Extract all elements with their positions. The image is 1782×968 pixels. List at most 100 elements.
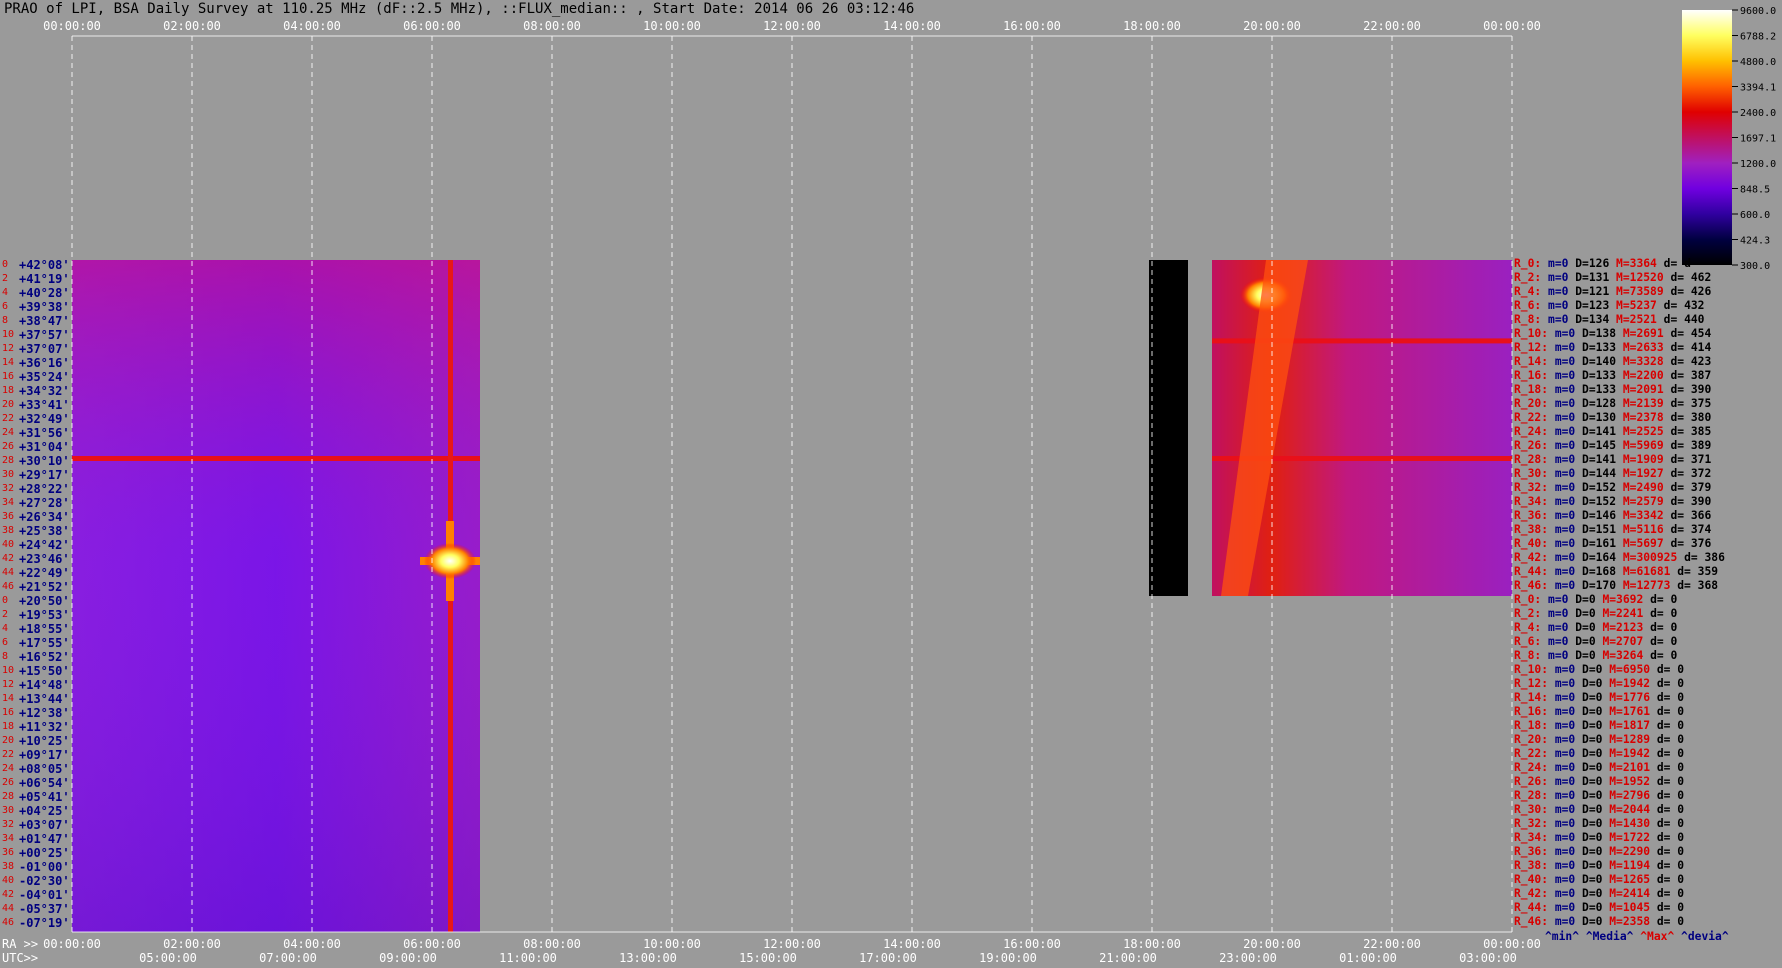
- beam-index-label: 34: [2, 497, 15, 508]
- stats-row: R_14: m=0 D=0 M=1776 d= 0: [1514, 691, 1685, 704]
- beam-index-label: 2: [2, 273, 9, 284]
- beam-index-label: 42: [2, 553, 15, 564]
- beam-index-label: 12: [2, 343, 15, 354]
- stats-legend-item: ^min^: [1545, 930, 1586, 943]
- beam-index-label: 40: [2, 539, 15, 550]
- beam-index-label: 42: [2, 889, 15, 900]
- beam-index-label: 30: [2, 805, 15, 816]
- beam-index-label: 34: [2, 833, 15, 844]
- declination-label: +36°16': [19, 356, 70, 370]
- top-tick-label: 08:00:00: [523, 19, 581, 33]
- beam-index-label: 14: [2, 357, 15, 368]
- beam-index-label: 20: [2, 399, 15, 410]
- utc-prefix: UTC>>: [2, 951, 39, 965]
- top-tick-label: 12:00:00: [763, 19, 821, 33]
- declination-label: +10°25': [19, 734, 70, 748]
- utc-tick-label: 23:00:00: [1219, 951, 1277, 965]
- stats-row: R_26: m=0 D=0 M=1952 d= 0: [1514, 775, 1685, 788]
- declination-label: +23°46': [19, 552, 70, 566]
- stats-row: R_10: m=0 D=138 M=2691 d= 454: [1514, 327, 1712, 340]
- declination-label: +15°50': [19, 664, 70, 678]
- colorbar-tick-label: 600.0: [1740, 210, 1770, 221]
- declination-label: +42°08': [19, 258, 70, 272]
- colorbar-tick-label: 300.0: [1740, 261, 1770, 272]
- ra-prefix: RA >>: [2, 937, 39, 951]
- stats-row: R_42: m=0 D=164 M=300925 d= 386: [1514, 551, 1725, 564]
- declination-label: +09°17': [19, 748, 70, 762]
- top-tick-label: 22:00:00: [1363, 19, 1421, 33]
- beam-index-label: 32: [2, 483, 15, 494]
- beam-index-label: 36: [2, 847, 15, 858]
- top-tick-label: 00:00:00: [43, 19, 101, 33]
- ra-tick-label: 00:00:00: [1483, 937, 1541, 951]
- stats-row: R_16: m=0 D=133 M=2200 d= 387: [1514, 369, 1712, 382]
- beam-index-label: 12: [2, 679, 15, 690]
- stats-row: R_22: m=0 D=0 M=1942 d= 0: [1514, 747, 1685, 760]
- declination-label: +35°24': [19, 370, 70, 384]
- beam-index-label: 2: [2, 609, 9, 620]
- declination-label: +37°07': [19, 342, 70, 356]
- beam-index-label: 14: [2, 693, 15, 704]
- stats-row: R_12: m=0 D=0 M=1942 d= 0: [1514, 677, 1685, 690]
- declination-label: +03°07': [19, 818, 70, 832]
- stats-row: R_24: m=0 D=141 M=2525 d= 385: [1514, 425, 1712, 438]
- declination-label: +17°55': [19, 636, 70, 650]
- stats-row: R_18: m=0 D=133 M=2091 d= 390: [1514, 383, 1712, 396]
- beam-index-label: 26: [2, 777, 15, 788]
- stats-row: R_20: m=0 D=128 M=2139 d= 375: [1514, 397, 1712, 410]
- beam-index-label: 22: [2, 749, 15, 760]
- stats-row: R_36: m=0 D=0 M=2290 d= 0: [1514, 845, 1685, 858]
- declination-label: -04°01': [19, 888, 70, 902]
- declination-label: +24°42': [19, 538, 70, 552]
- stats-legend: ^min^ ^Media^ ^Max^ ^devia^: [1545, 930, 1735, 943]
- stats-row: R_2: m=0 D=131 M=12520 d= 462: [1514, 271, 1712, 284]
- utc-tick-label: 19:00:00: [979, 951, 1037, 965]
- top-tick-label: 04:00:00: [283, 19, 341, 33]
- colorbar-tick-label: 3394.1: [1740, 83, 1776, 94]
- top-tick-label: 02:00:00: [163, 19, 221, 33]
- colorbar-gradient: [1682, 10, 1732, 265]
- declination-label: +20°50': [19, 594, 70, 608]
- beam-index-label: 24: [2, 427, 15, 438]
- stats-row: R_0: m=0 D=0 M=3692 d= 0: [1514, 593, 1678, 606]
- utc-tick-label: 05:00:00: [139, 951, 197, 965]
- survey-chart: { "title": "PRAO of LPI, BSA Daily Surve…: [0, 0, 1782, 968]
- declination-label: +27°28': [19, 496, 70, 510]
- beam-index-label: 30: [2, 469, 15, 480]
- declination-label: +11°32': [19, 720, 70, 734]
- declination-label: +29°17': [19, 468, 70, 482]
- stats-row: R_8: m=0 D=134 M=2521 d= 440: [1514, 313, 1705, 326]
- stats-row: R_34: m=0 D=152 M=2579 d= 390: [1514, 495, 1712, 508]
- beam-index-label: 4: [2, 623, 9, 634]
- beam-index-label: 6: [2, 637, 9, 648]
- ra-tick-label: 16:00:00: [1003, 937, 1061, 951]
- declination-label: +16°52': [19, 650, 70, 664]
- stats-row: R_38: m=0 D=0 M=1194 d= 0: [1514, 859, 1685, 872]
- stats-row: R_30: m=0 D=144 M=1927 d= 372: [1514, 467, 1712, 480]
- beam-index-label: 46: [2, 581, 15, 592]
- stats-row: R_28: m=0 D=141 M=1909 d= 371: [1514, 453, 1712, 466]
- declination-label: -05°37': [19, 902, 70, 916]
- top-tick-label: 20:00:00: [1243, 19, 1301, 33]
- beam-index-label: 40: [2, 875, 15, 886]
- colorbar: 9600.0 6788.2 4800.0 3394.1 2400.0 1697.1 1200…: [1682, 6, 1776, 272]
- stats-row: R_30: m=0 D=0 M=2044 d= 0: [1514, 803, 1685, 816]
- beam-index-label: 36: [2, 511, 15, 522]
- utc-tick-label: 17:00:00: [859, 951, 917, 965]
- beam-index-label: 4: [2, 287, 9, 298]
- top-tick-label: 06:00:00: [403, 19, 461, 33]
- utc-tick-label: 09:00:00: [379, 951, 437, 965]
- declination-label: -01°00': [19, 860, 70, 874]
- ra-tick-label: 18:00:00: [1123, 937, 1181, 951]
- beam-index-label: 46: [2, 917, 15, 928]
- beam-index-label: 38: [2, 525, 15, 536]
- declination-label: +00°25': [19, 846, 70, 860]
- beam-index-label: 8: [2, 315, 9, 326]
- colorbar-tick-label: 2400.0: [1740, 108, 1776, 119]
- colorbar-tick-label: 4800.0: [1740, 57, 1776, 68]
- beam-index-label: 32: [2, 819, 15, 830]
- top-tick-label: 10:00:00: [643, 19, 701, 33]
- declination-label: +26°34': [19, 510, 70, 524]
- ra-tick-label: 06:00:00: [403, 937, 461, 951]
- stats-row: R_14: m=0 D=140 M=3328 d= 423: [1514, 355, 1712, 368]
